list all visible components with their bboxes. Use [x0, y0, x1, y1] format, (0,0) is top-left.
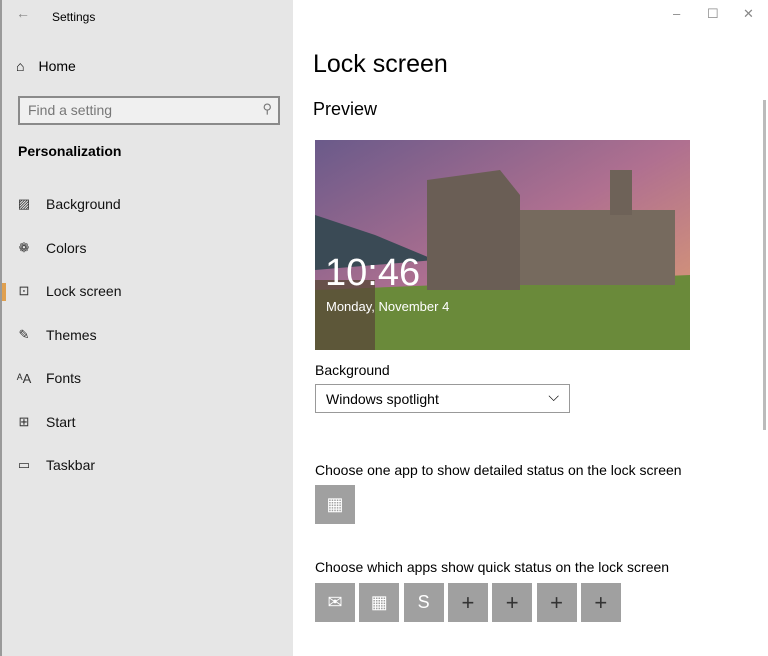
quick-status-app-button[interactable]: S [403, 583, 444, 622]
minimize-button[interactable]: – [673, 6, 680, 21]
main-content: – ☐ ✕ Lock screen Preview 10:46 Monday, … [293, 0, 768, 656]
scrollbar[interactable] [763, 100, 766, 430]
sidebar-item-label: Start [46, 413, 76, 430]
search-placeholder: Find a setting [28, 102, 113, 118]
preview-image: 10:46 Monday, November 4 [315, 140, 690, 350]
sidebar-item-taskbar[interactable]: ▭ Taskbar [16, 457, 95, 473]
lock-screen-preview: 10:46 Monday, November 4 [315, 140, 690, 350]
sidebar-item-label: Background [46, 196, 121, 212]
picture-icon: ▨ [17, 196, 31, 211]
add-icon: + [594, 589, 608, 615]
preview-heading: Preview [313, 99, 378, 119]
start-icon: ⊞ [18, 413, 30, 429]
sidebar-item-background[interactable]: ▨ Background [16, 196, 121, 212]
add-icon: + [550, 589, 563, 615]
lock-screen-icon: ⊡ [18, 283, 30, 298]
themes-icon: ✎ [18, 326, 30, 342]
preview-date: Monday, November 4 [326, 299, 449, 314]
taskbar-icon: ▭ [17, 457, 31, 472]
calendar-icon: ▦ [370, 592, 388, 612]
preview-time: 10:46 [325, 252, 420, 294]
quick-status-app-button[interactable]: ▦ [359, 583, 400, 622]
fonts-icon: ᴬA [16, 370, 32, 386]
quick-status-label: Choose which apps show quick status on t… [315, 559, 670, 575]
search-icon: ⚲ [262, 101, 272, 116]
quick-status-app-button[interactable]: + [492, 583, 533, 622]
back-button[interactable]: ← [16, 5, 30, 21]
sidebar-item-label: Fonts [46, 370, 82, 386]
add-icon: + [505, 589, 519, 615]
detailed-status-app-button[interactable]: ▦ [315, 485, 355, 524]
sidebar-item-fonts[interactable]: ᴬA Fonts [16, 370, 81, 386]
section-heading: Personalization [18, 143, 122, 159]
background-label: Background [315, 362, 390, 378]
skype-icon: S [417, 592, 430, 612]
sidebar-item-start[interactable]: ⊞ Start [16, 414, 76, 430]
quick-status-app-button[interactable]: + [580, 583, 621, 622]
home-icon: ⌂ [16, 58, 25, 74]
chevron-down-icon: ⌵ [548, 388, 559, 404]
sidebar-item-label: Themes [46, 326, 97, 343]
calendar-icon: ▦ [326, 494, 344, 514]
quick-status-app-button[interactable]: ✉ [315, 583, 355, 622]
quick-status-app-button[interactable]: + [447, 583, 488, 622]
palette-icon: ❁ [18, 239, 30, 255]
sidebar-item-lock-screen[interactable]: ⊡ Lock screen [16, 283, 122, 299]
home-label: Home [38, 58, 76, 74]
background-dropdown[interactable]: Windows spotlight ⌵ [315, 384, 570, 413]
detailed-status-label: Choose one app to show detailed status o… [315, 462, 682, 478]
quick-status-app-button[interactable]: + [536, 583, 577, 622]
window-title: Settings [52, 10, 96, 24]
sidebar-item-label: Lock screen [46, 283, 122, 299]
search-input[interactable]: Find a setting ⚲ [18, 96, 280, 125]
close-button[interactable]: ✕ [743, 6, 754, 22]
page-title: Lock screen [313, 50, 448, 78]
sidebar-item-themes[interactable]: ✎ Themes [16, 327, 97, 343]
selection-indicator [2, 283, 6, 301]
sidebar-item-colors[interactable]: ❁ Colors [16, 239, 87, 256]
maximize-button[interactable]: ☐ [707, 6, 719, 22]
background-value: Windows spotlight [326, 391, 439, 407]
add-icon: + [461, 589, 475, 615]
sidebar-item-label: Colors [46, 239, 87, 256]
sidebar: ← Settings ⌂ Home Find a setting ⚲ Perso… [0, 0, 293, 656]
sidebar-item-home[interactable]: ⌂ Home [16, 58, 76, 74]
sidebar-item-label: Taskbar [46, 457, 96, 473]
mail-icon: ✉ [327, 592, 343, 612]
